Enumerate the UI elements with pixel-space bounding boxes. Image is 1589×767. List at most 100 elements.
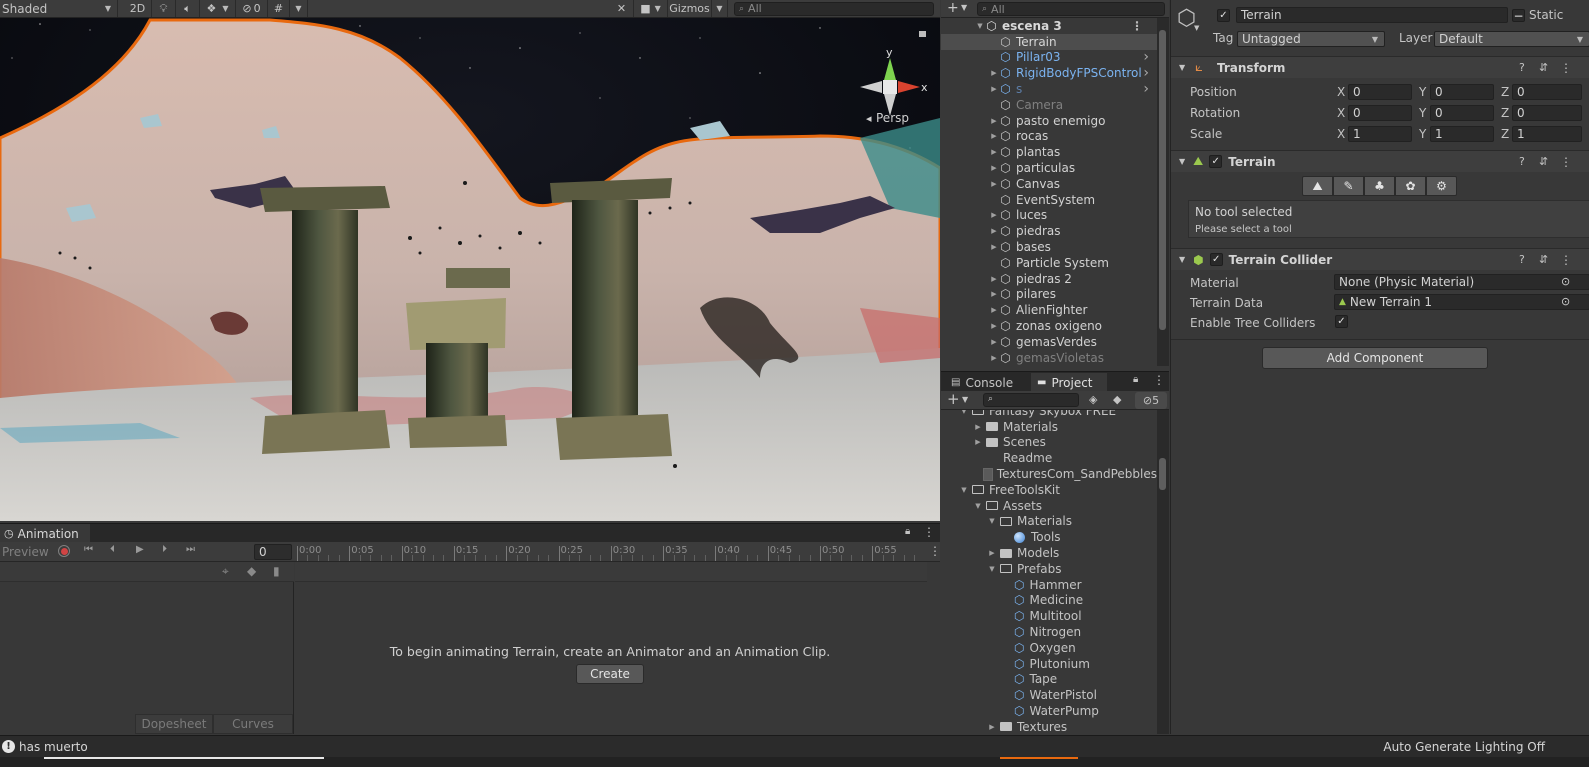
axis-z-label[interactable]: Z bbox=[1501, 106, 1509, 120]
help-icon[interactable]: ? bbox=[1519, 253, 1525, 266]
object-picker-icon[interactable]: ⊙ bbox=[1561, 275, 1570, 288]
paint-details-tool[interactable]: ✿ bbox=[1395, 176, 1426, 196]
hierarchy-item[interactable]: ▶ ⬡ AlienFighter bbox=[941, 302, 1157, 318]
chevron-right-icon[interactable]: ▶ bbox=[989, 243, 999, 251]
project-item[interactable]: ⬡ Multitool bbox=[941, 608, 1157, 624]
transform-x-field[interactable]: 1 bbox=[1348, 126, 1412, 142]
hierarchy-item[interactable]: ⬡ Particle System bbox=[941, 255, 1157, 271]
project-item[interactable]: Readme bbox=[941, 450, 1157, 466]
hierarchy-item[interactable]: ▶ ⬡ particulas bbox=[941, 160, 1157, 176]
axis-z-label[interactable]: Z bbox=[1501, 85, 1509, 99]
transform-header[interactable]: ▼ ⟀ Transform ? ⇵ ⋮ bbox=[1171, 56, 1589, 78]
filter-type-icon[interactable]: ◈ bbox=[1089, 393, 1097, 406]
hierarchy-item[interactable]: ⬡ Camera bbox=[941, 97, 1157, 113]
chevron-right-icon[interactable]: ▶ bbox=[973, 438, 983, 446]
timeline-ruler[interactable]: 0:00 0:05 0:10 0:15 0:20 0:25 0:30 0:35 0:40 0:45… bbox=[295, 542, 935, 562]
scene-search-input[interactable]: ⌕ All bbox=[734, 1, 934, 16]
more-options-icon[interactable]: ⋮ bbox=[1153, 373, 1165, 387]
first-keyframe-icon[interactable]: ⏮ bbox=[84, 544, 93, 555]
hierarchy-item[interactable]: ▶ ⬡ Canvas bbox=[941, 176, 1157, 192]
more-options-icon[interactable]: ⋮ bbox=[923, 525, 935, 539]
transform-x-field[interactable]: 0 bbox=[1348, 84, 1412, 100]
help-icon[interactable]: ? bbox=[1519, 155, 1525, 168]
chevron-right-icon[interactable]: ▶ bbox=[989, 69, 999, 77]
hierarchy-item[interactable]: ▶ ⬡ luces bbox=[941, 208, 1157, 224]
hidden-objects-toggle[interactable]: ⊘ 0 bbox=[236, 0, 268, 17]
chevron-down-icon[interactable]: ▼ bbox=[1194, 24, 1199, 32]
hierarchy-search-input[interactable]: ⌕ All bbox=[977, 2, 1165, 16]
tree-colliders-checkbox[interactable]: ✓ bbox=[1335, 315, 1348, 328]
chevron-right-icon[interactable]: ▶ bbox=[989, 148, 999, 156]
chevron-right-icon[interactable]: ▶ bbox=[989, 85, 999, 93]
project-item[interactable]: ▶ Textures bbox=[941, 719, 1157, 734]
camera-dropdown[interactable]: ■ ▼ bbox=[634, 0, 668, 17]
chevron-right-icon[interactable]: ▶ bbox=[987, 549, 997, 557]
transform-y-field[interactable]: 1 bbox=[1430, 126, 1494, 142]
chevron-right-icon[interactable]: ▶ bbox=[989, 322, 999, 330]
scene-header[interactable]: ▼ ⬡ escena 3 ⋮ bbox=[941, 18, 1157, 34]
tab-animation[interactable]: ◷ Animation bbox=[0, 524, 90, 543]
axis-y-label[interactable]: Y bbox=[1419, 106, 1426, 120]
project-item[interactable]: ▶ Models bbox=[941, 545, 1157, 561]
object-picker-icon[interactable]: ⊙ bbox=[1561, 295, 1570, 308]
chevron-right-icon[interactable]: ▶ bbox=[989, 290, 999, 298]
collider-enabled-checkbox[interactable]: ✓ bbox=[1209, 253, 1223, 266]
presets-icon[interactable]: ⇵ bbox=[1539, 61, 1548, 74]
project-item[interactable]: TexturesCom_SandPebbles bbox=[941, 466, 1157, 482]
axis-y-label[interactable]: Y bbox=[1419, 85, 1426, 99]
axis-x-label[interactable]: X bbox=[1337, 85, 1345, 99]
more-options-icon[interactable]: ⋮ bbox=[1560, 253, 1572, 267]
project-item[interactable]: ▼ Assets bbox=[941, 498, 1157, 514]
transform-y-field[interactable]: 0 bbox=[1430, 84, 1494, 100]
transform-z-field[interactable]: 0 bbox=[1512, 84, 1582, 100]
help-icon[interactable]: ? bbox=[1519, 61, 1525, 74]
create-button[interactable]: Create bbox=[576, 664, 644, 684]
hierarchy-item[interactable]: ⬡ EventSystem bbox=[941, 192, 1157, 208]
chevron-down-icon[interactable]: ▼ bbox=[959, 410, 969, 415]
lighting-status[interactable]: Auto Generate Lighting Off bbox=[1383, 740, 1545, 754]
scene-viewport[interactable]: y x ◂ Persp bbox=[0, 18, 940, 521]
transform-y-field[interactable]: 0 bbox=[1430, 105, 1494, 121]
tag-icon[interactable]: ◆ bbox=[1113, 393, 1121, 406]
frame-input[interactable]: 0 bbox=[254, 544, 292, 560]
hierarchy-item[interactable]: ▶ ⬡ zonas oxigeno bbox=[941, 318, 1157, 334]
curves-tab[interactable]: Curves bbox=[213, 714, 293, 734]
add-event-icon[interactable]: ▮ bbox=[273, 564, 280, 578]
project-item[interactable]: ⬡ Hammer bbox=[941, 577, 1157, 593]
hierarchy-item[interactable]: ⬡ Terrain bbox=[941, 33, 1157, 50]
hierarchy-item[interactable]: ▶ ⬡ gemasVerdes bbox=[941, 334, 1157, 350]
record-button[interactable] bbox=[58, 545, 70, 557]
project-item[interactable]: ⬡ WaterPistol bbox=[941, 687, 1157, 703]
terrain-data-field[interactable]: ▲ New Terrain 1 ⊙ bbox=[1334, 294, 1589, 310]
hierarchy-item[interactable]: ▶ ⬡ s › bbox=[941, 81, 1157, 97]
play-icon[interactable]: ▶ bbox=[136, 544, 144, 555]
chevron-right-icon[interactable]: ▶ bbox=[989, 180, 999, 188]
more-options-icon[interactable]: ⋮ bbox=[929, 544, 941, 558]
chevron-right-icon[interactable]: ▶ bbox=[989, 164, 999, 172]
project-item[interactable]: ▼ FreeToolsKit bbox=[941, 482, 1157, 498]
terrain-enabled-checkbox[interactable]: ✓ bbox=[1209, 155, 1223, 168]
gizmos-dropdown[interactable]: ▼ bbox=[712, 0, 728, 17]
chevron-right-icon[interactable]: ▶ bbox=[989, 275, 999, 283]
chevron-down-icon[interactable]: ▼ bbox=[961, 3, 967, 12]
tools-button[interactable]: ✕ bbox=[610, 0, 634, 17]
project-item[interactable]: ⬡ Tape bbox=[941, 672, 1157, 688]
hierarchy-item[interactable]: ▶ ⬡ bases bbox=[941, 239, 1157, 255]
add-component-button[interactable]: Add Component bbox=[1262, 347, 1488, 369]
hierarchy-item[interactable]: ▶ ⬡ pilares bbox=[941, 287, 1157, 303]
dopesheet-tab[interactable]: Dopesheet bbox=[135, 714, 213, 734]
prefab-open-icon[interactable]: › bbox=[1143, 81, 1149, 97]
add-keyframe-icon[interactable]: ◆ bbox=[247, 564, 256, 578]
chevron-down-icon[interactable]: ▼ bbox=[973, 502, 983, 510]
project-item[interactable]: ▼ Materials bbox=[941, 514, 1157, 530]
raise-terrain-tool[interactable]: ⛰︎ bbox=[1302, 176, 1333, 196]
paint-terrain-tool[interactable]: ✎ bbox=[1333, 176, 1364, 196]
tab-project[interactable]: ▬ Project bbox=[1031, 373, 1107, 392]
prefab-open-icon[interactable]: › bbox=[1143, 65, 1149, 81]
chevron-right-icon[interactable]: ▶ bbox=[973, 423, 983, 431]
last-keyframe-icon[interactable]: ⏭ bbox=[186, 544, 195, 555]
add-icon[interactable]: + bbox=[947, 390, 960, 408]
chevron-right-icon[interactable]: ▶ bbox=[989, 227, 999, 235]
project-item[interactable]: ⬡ Plutonium bbox=[941, 656, 1157, 672]
project-item[interactable]: ⬡ Medicine bbox=[941, 593, 1157, 609]
